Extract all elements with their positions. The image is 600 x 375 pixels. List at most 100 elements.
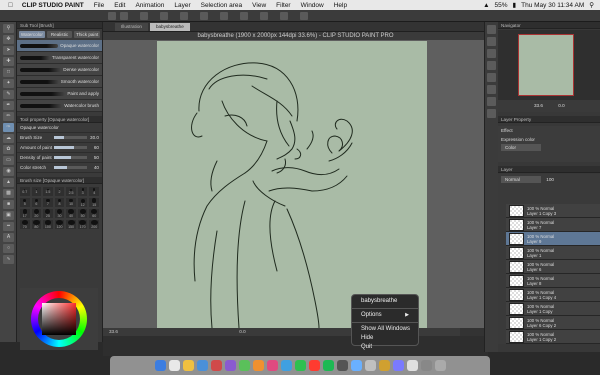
move-layer-icon[interactable]: ✚ (3, 57, 14, 66)
menu-item-show-all-windows[interactable]: Show All Windows (352, 325, 418, 334)
layer-row[interactable]: 100 % Normal Layer 8 (498, 273, 600, 288)
opacity-value[interactable]: 100 (546, 177, 554, 182)
dock-app-icon[interactable] (294, 360, 306, 371)
text-tool-icon[interactable]: A (3, 233, 14, 242)
menu-help[interactable]: Help (329, 2, 352, 9)
brush-item[interactable]: Opaque watercolor (17, 40, 102, 52)
dock-app-icon[interactable] (224, 360, 236, 371)
brush-size-option[interactable]: 20 (31, 209, 42, 218)
eye-icon[interactable] (498, 231, 506, 246)
angle-value[interactable]: 0.0 (239, 329, 245, 334)
toolbar-button-10[interactable] (280, 12, 288, 20)
navigator-thumbnail[interactable] (518, 34, 574, 96)
search-icon[interactable]: ⚲ (589, 1, 594, 9)
property-value[interactable]: 60 (87, 145, 99, 150)
history-icon[interactable] (487, 61, 496, 70)
battery-label[interactable]: 55% (495, 2, 508, 9)
brush-tool-icon[interactable]: ✑ (3, 123, 14, 132)
menu-animation[interactable]: Animation (130, 2, 169, 9)
brush-size-option[interactable]: 1 (31, 187, 42, 196)
move-tool-icon[interactable]: ✥ (3, 35, 14, 44)
brush-size-option[interactable]: 2 (54, 187, 65, 196)
brush-size-option[interactable]: 70 (20, 220, 30, 229)
saturation-value-square[interactable] (42, 303, 76, 335)
tool-property-row[interactable]: Brush Size 30.0 (17, 133, 102, 143)
tab-babysbreathe[interactable]: babysbreathe (149, 23, 190, 31)
menu-window[interactable]: Window (296, 2, 329, 9)
dock-app-icon[interactable] (280, 360, 292, 371)
gradient-icon[interactable]: ▩ (3, 189, 14, 198)
dock-app-icon[interactable] (434, 360, 446, 371)
dock-app-icon[interactable] (364, 360, 376, 371)
airbrush-icon[interactable]: ☁ (3, 134, 14, 143)
layer-property-icon[interactable] (487, 49, 496, 58)
correct-line-icon[interactable]: ∿ (3, 255, 14, 264)
brush-size-option[interactable]: 5 (20, 198, 30, 207)
layer-row[interactable]: 100 % Normal Layer 6 Copy 2 (498, 315, 600, 330)
dock-app-icon[interactable] (252, 360, 264, 371)
layer-tab[interactable]: Layer (498, 166, 600, 173)
property-value[interactable]: 30.0 (87, 135, 99, 140)
dock-app-icon[interactable] (308, 360, 320, 371)
layer-row[interactable]: 100 % Normal Layer 1 (498, 245, 600, 260)
subview-icon[interactable] (487, 37, 496, 46)
eye-icon[interactable] (498, 217, 506, 232)
brush-size-option[interactable]: 8 (54, 198, 65, 207)
tool-property-row[interactable]: Color stretch 40 (17, 163, 102, 173)
toolbar-button-4[interactable] (160, 12, 168, 20)
eye-icon[interactable] (498, 287, 506, 302)
layer-row[interactable]: 100 % Normal Layer 6 (498, 259, 600, 274)
dock-app-icon[interactable] (168, 360, 180, 371)
brush-size-option[interactable]: 200 (89, 220, 99, 229)
toolbar-button-11[interactable] (300, 12, 308, 20)
eye-icon[interactable] (498, 259, 506, 274)
eraser-icon[interactable]: ▭ (3, 156, 14, 165)
layer-row[interactable]: 100 % Normal Layer 1 Copy (498, 301, 600, 316)
operation-tool-icon[interactable]: ➤ (3, 46, 14, 55)
brush-size-option[interactable]: 80 (31, 220, 42, 229)
context-menu-title[interactable]: babysbreathe (352, 297, 418, 306)
dock-app-icon[interactable] (406, 360, 418, 371)
tab-realistic[interactable]: Realistic (46, 31, 73, 38)
menu-item-options[interactable]: Options ▶ (352, 311, 418, 320)
eyedropper-icon[interactable]: ✎ (3, 90, 14, 99)
tool-property-row[interactable]: Amount of paint 60 (17, 143, 102, 153)
app-menu[interactable]: CLIP STUDIO PAINT (18, 2, 89, 9)
dock-app-icon[interactable] (266, 360, 278, 371)
search-layer-icon[interactable] (487, 85, 496, 94)
menu-item-hide[interactable]: Hide (352, 334, 418, 343)
zoom-tool-icon[interactable]: ⚲ (3, 24, 14, 33)
decoration-icon[interactable]: ✿ (3, 145, 14, 154)
brush-item[interactable]: Watercolor brush (17, 100, 102, 112)
eye-icon[interactable] (498, 204, 506, 218)
blend-mode-select[interactable]: Normal (501, 176, 541, 183)
frame-border-icon[interactable]: ▣ (3, 211, 14, 220)
material-icon[interactable] (487, 73, 496, 82)
brush-size-option[interactable]: 10 (66, 198, 76, 207)
eye-icon[interactable] (498, 273, 506, 288)
dock-app-icon[interactable] (378, 360, 390, 371)
balloon-icon[interactable]: ○ (3, 244, 14, 253)
fill-tool-icon[interactable]: ▲ (3, 178, 14, 187)
menu-item-quit[interactable]: Quit (352, 343, 418, 352)
brush-size-option[interactable]: 50 (77, 209, 88, 218)
brush-size-option[interactable]: 100 (43, 220, 53, 229)
dock-app-icon[interactable] (154, 360, 166, 371)
wifi-icon[interactable]: ▲ (483, 2, 489, 9)
dock-app-icon[interactable] (420, 360, 432, 371)
brush-size-option[interactable]: 60 (89, 209, 99, 218)
tool-property-row[interactable]: Density of paint 50 (17, 153, 102, 163)
layer-row[interactable]: 100 % Normal Layer 7 (498, 217, 600, 232)
expression-color-select[interactable]: Color (501, 144, 541, 151)
brush-size-option[interactable]: 150 (66, 220, 76, 229)
apple-icon[interactable]:  (0, 2, 18, 9)
navigator-icon[interactable] (487, 25, 496, 34)
brush-size-option[interactable]: 170 (77, 220, 88, 229)
layer-row[interactable]: 100 % Normal Layer 1 Copy 3 (498, 204, 600, 218)
toolbar-button-3[interactable] (140, 12, 148, 20)
brush-size-option[interactable]: 30 (54, 209, 65, 218)
dock-app-icon[interactable] (350, 360, 362, 371)
selection-tool-icon[interactable]: □ (3, 68, 14, 77)
eye-icon[interactable] (498, 315, 506, 330)
layer-row[interactable]: 100 % Normal Layer 1 Copy 4 (498, 287, 600, 302)
